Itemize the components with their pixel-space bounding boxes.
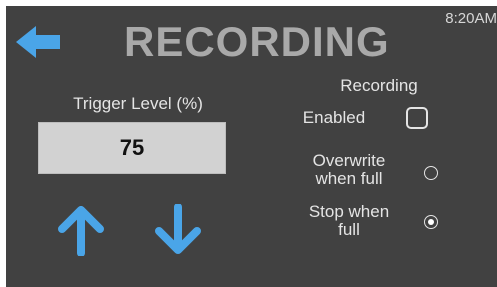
recording-enabled-checkbox[interactable] [406,107,428,129]
back-button[interactable] [16,24,62,60]
overwrite-label-line1: Overwrite [312,151,386,170]
page-title: RECORDING [124,18,390,65]
overwrite-when-full-label: Overwrite when full [294,152,404,188]
overwrite-when-full-radio[interactable] [424,166,438,180]
overwrite-label-line2: when full [315,169,383,188]
stop-label-line1: Stop when [308,202,390,221]
stop-when-full-label: Stop when full [294,203,404,239]
stop-label-line2: full [338,220,360,239]
enabled-label: Enabled [302,108,366,127]
arrow-down-icon [155,203,201,254]
decrease-trigger-button[interactable] [153,203,203,256]
clock: 8:20AM [445,10,497,27]
stop-when-full-radio[interactable] [424,215,438,229]
trigger-level-field[interactable]: 75 [38,122,226,174]
arrow-up-icon [58,206,104,257]
increase-trigger-button[interactable] [56,204,106,257]
radio-selected-dot [427,218,434,225]
recording-screen: RECORDING 8:20AM Trigger Level (%) 75 Re… [6,6,497,287]
recording-heading: Recording [340,76,418,95]
back-arrow-icon [16,26,60,58]
trigger-level-label: Trigger Level (%) [73,94,203,113]
